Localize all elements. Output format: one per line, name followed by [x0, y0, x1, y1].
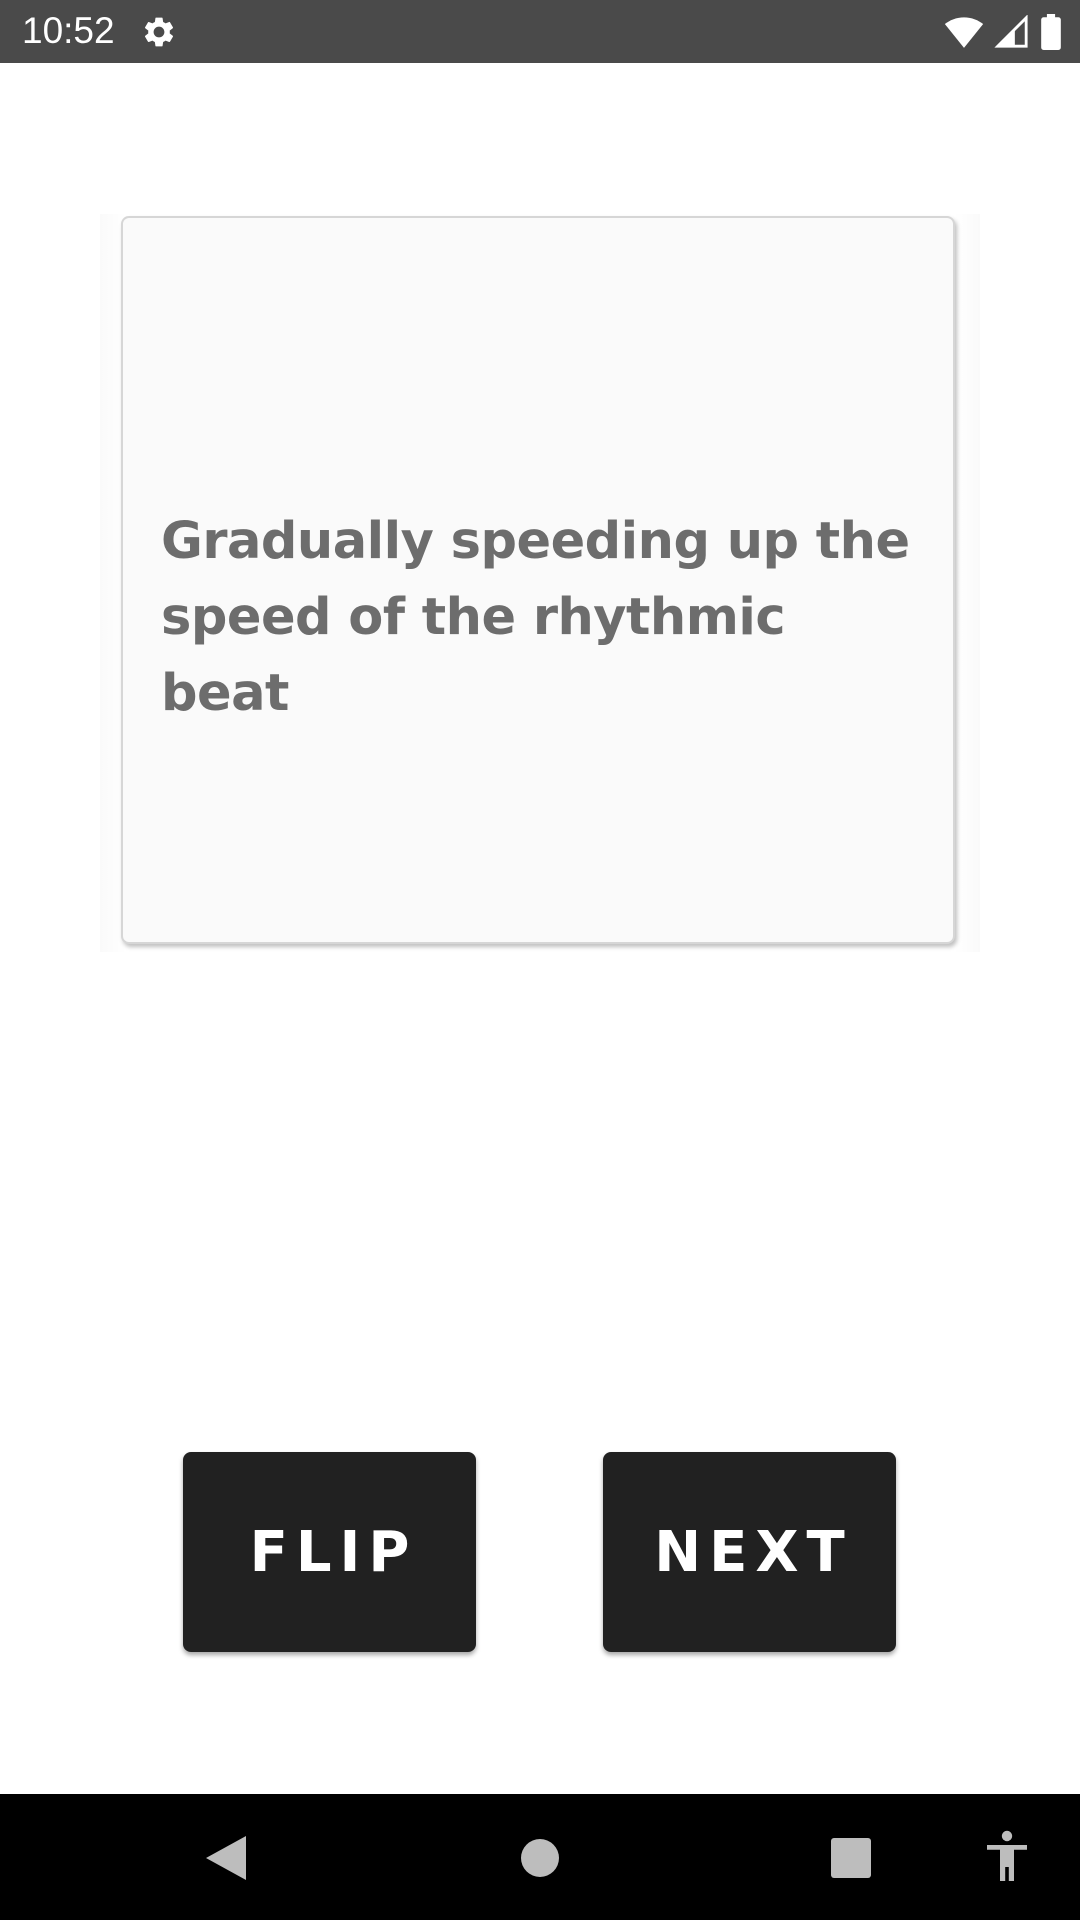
flashcard-text: Gradually speeding up the speed of the r…	[161, 512, 910, 723]
status-time: 10:52	[22, 10, 115, 51]
cellular-signal-icon	[994, 15, 1028, 48]
back-icon[interactable]	[204, 1834, 248, 1882]
status-icons	[944, 13, 1062, 51]
settings-gear-icon	[144, 17, 174, 47]
battery-icon	[1041, 14, 1061, 50]
recents-icon[interactable]	[831, 1838, 871, 1878]
home-icon[interactable]	[520, 1838, 560, 1878]
wifi-icon	[944, 17, 984, 48]
status-bar: 10:52	[0, 0, 1080, 63]
flip-button[interactable]: FLIP	[183, 1452, 476, 1652]
accessibility-icon[interactable]	[983, 1830, 1031, 1882]
next-button[interactable]: NEXT	[603, 1452, 896, 1652]
